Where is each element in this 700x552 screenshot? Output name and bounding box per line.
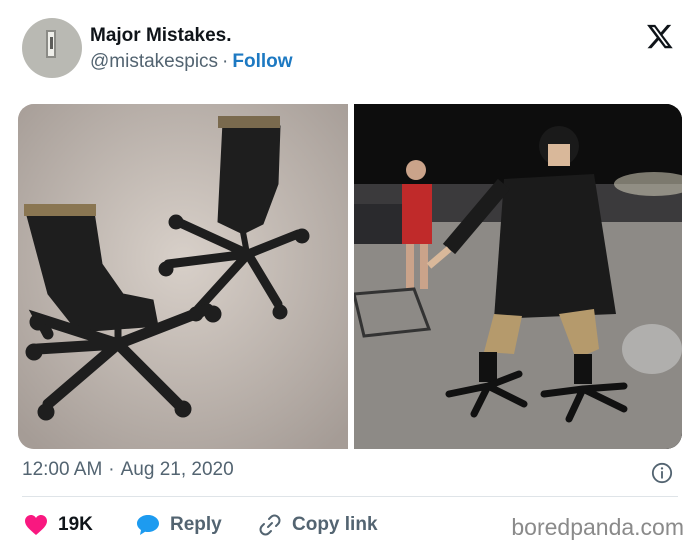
- avatar[interactable]: [22, 18, 82, 78]
- speech-bubble-icon: [137, 515, 159, 535]
- handle-row: @mistakespics · Follow: [90, 51, 293, 73]
- photo-person-on-chairs[interactable]: [354, 104, 682, 449]
- media-grid: [18, 104, 682, 449]
- reply-button[interactable]: Reply: [136, 510, 222, 540]
- tweet-date: Aug 21, 2020: [120, 459, 234, 480]
- info-icon[interactable]: [651, 462, 673, 484]
- photo-boot-chairs[interactable]: [18, 104, 348, 449]
- meta-separator: ·: [108, 459, 115, 480]
- divider: [22, 496, 678, 497]
- copy-link-label: Copy link: [292, 514, 378, 535]
- heart-icon: [25, 515, 47, 535]
- like-count: 19K: [58, 514, 93, 535]
- separator: ·: [222, 51, 229, 72]
- copy-link-button[interactable]: Copy link: [258, 510, 378, 540]
- timestamp[interactable]: 12:00 AM · Aug 21, 2020: [22, 459, 234, 481]
- display-name[interactable]: Major Mistakes.: [90, 25, 232, 47]
- handle[interactable]: @mistakespics: [90, 51, 218, 72]
- watermark: boredpanda.com: [511, 514, 684, 540]
- tweet-header: Major Mistakes. @mistakespics · Follow: [22, 18, 678, 80]
- tweet-time: 12:00 AM: [22, 459, 103, 480]
- x-logo-icon[interactable]: [646, 22, 674, 50]
- reply-label: Reply: [170, 514, 222, 535]
- link-icon: [259, 514, 281, 536]
- like-button[interactable]: 19K: [24, 510, 93, 540]
- follow-link[interactable]: Follow: [232, 51, 292, 72]
